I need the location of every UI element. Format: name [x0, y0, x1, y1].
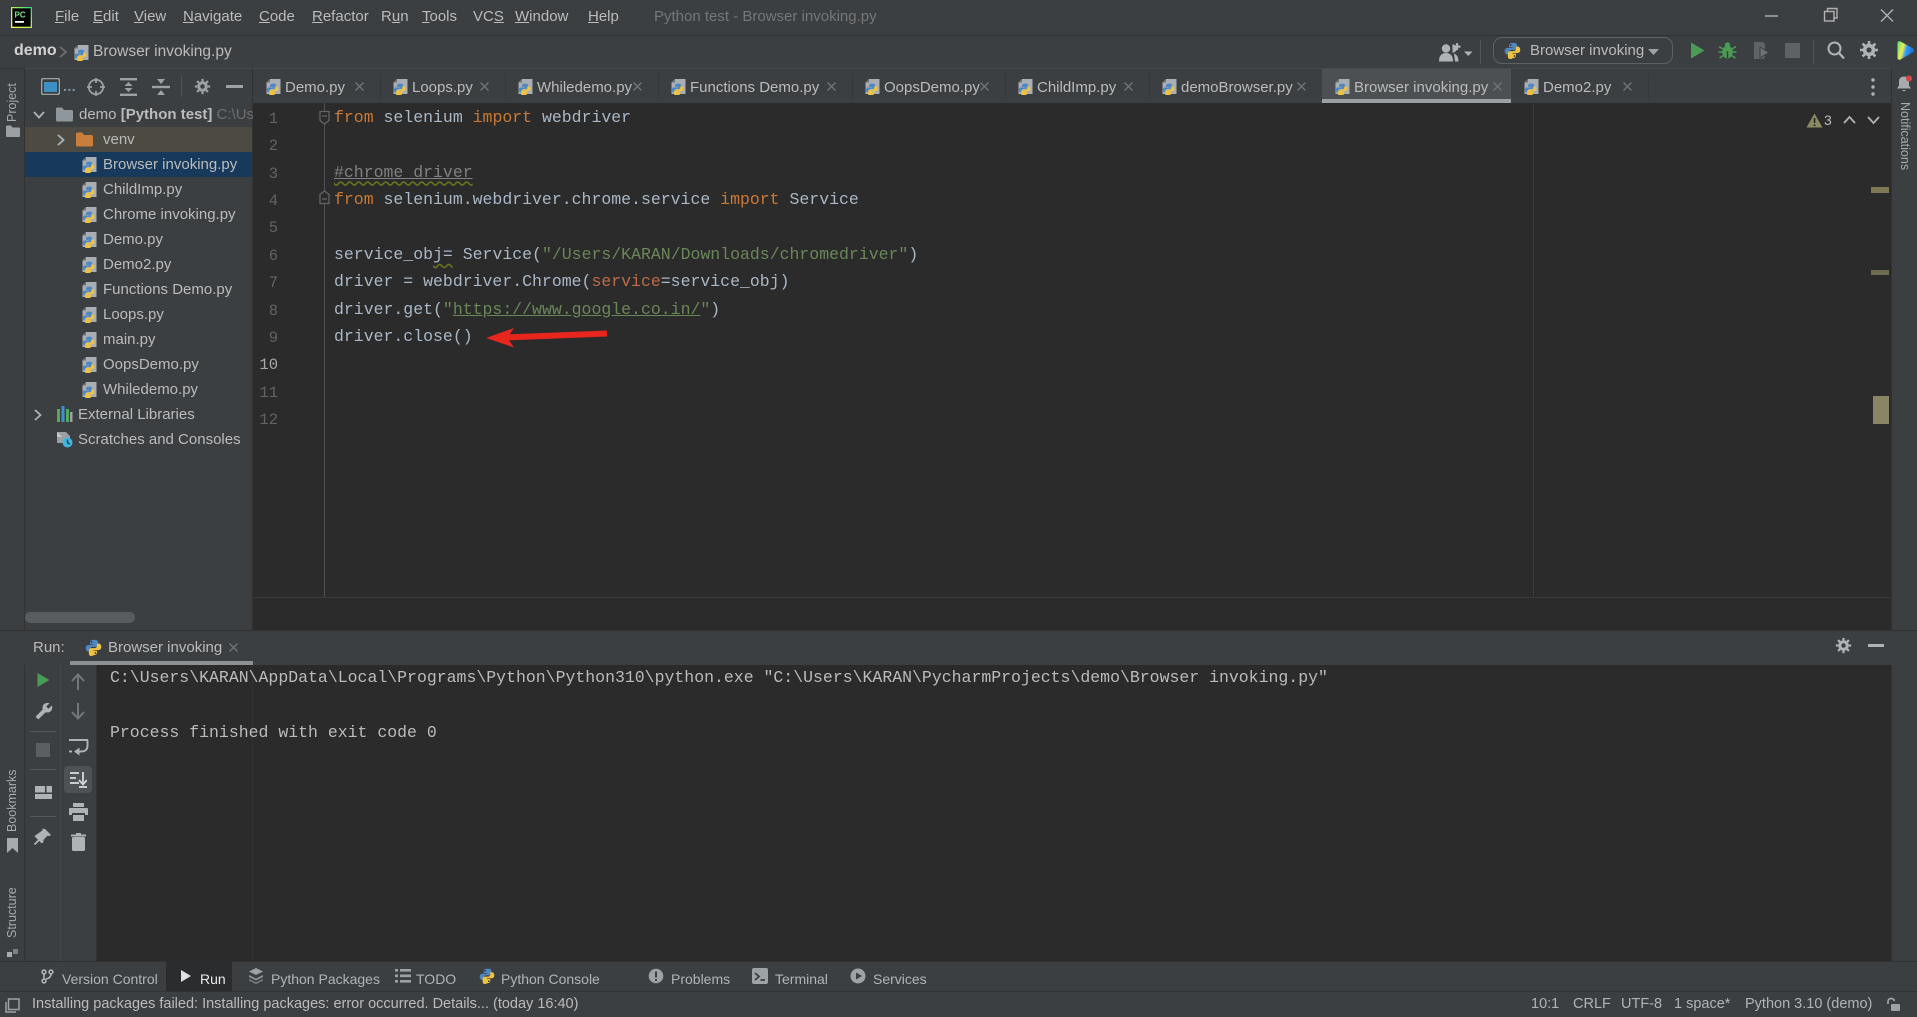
svg-text:PC: PC — [15, 11, 26, 20]
